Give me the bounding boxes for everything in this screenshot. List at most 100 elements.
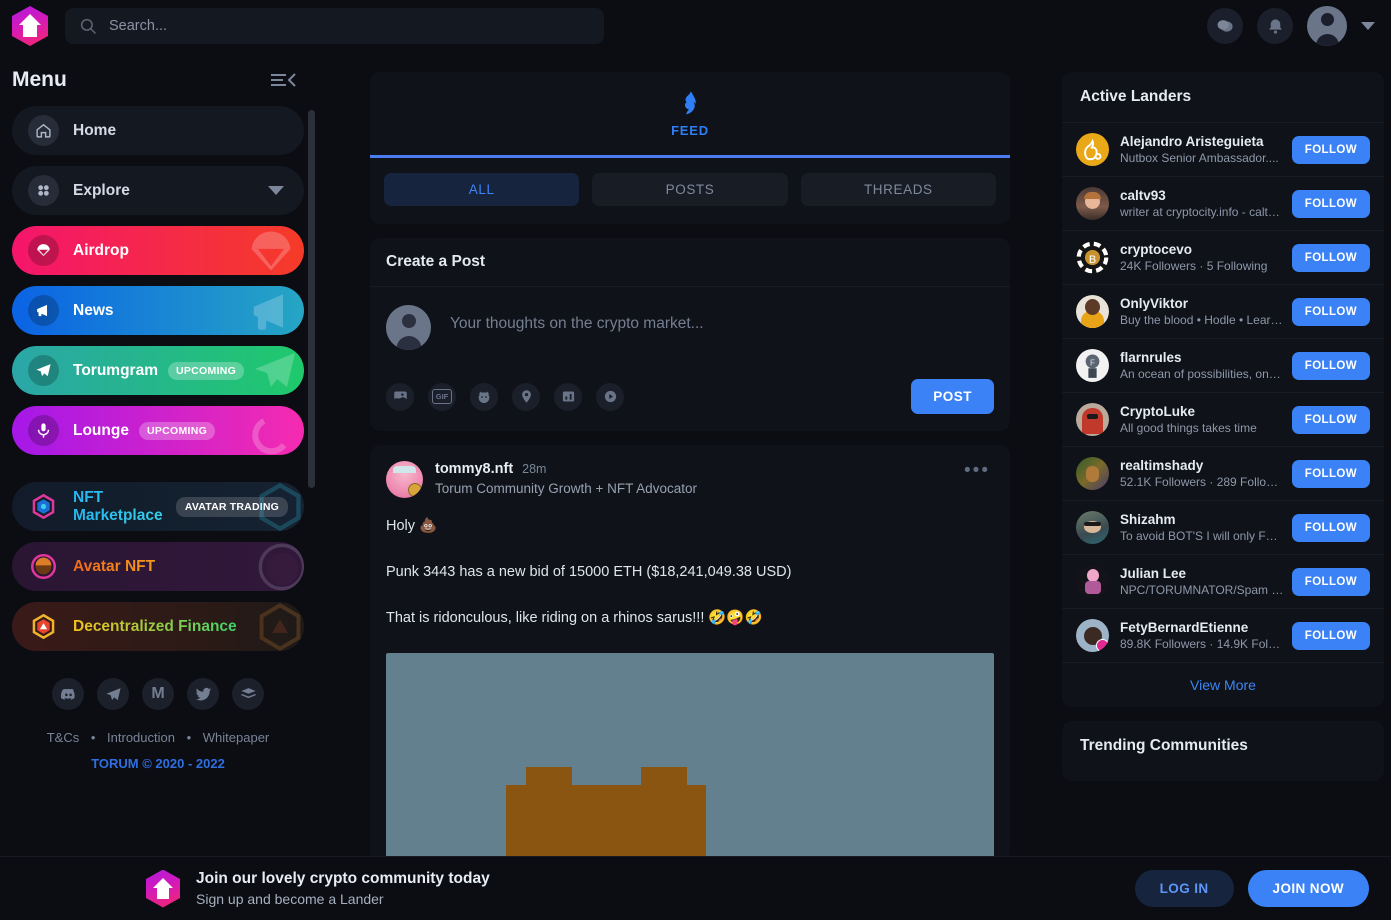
svg-text:B: B <box>1089 254 1096 266</box>
torum-arrow-logo[interactable] <box>12 6 48 46</box>
sidebar-item-badge: UPCOMING <box>167 361 245 380</box>
sidebar-scrollbar[interactable] <box>308 110 315 488</box>
avatar[interactable] <box>1076 295 1109 328</box>
hexagon-nft-icon <box>32 493 55 520</box>
gitbook-icon[interactable] <box>232 678 264 710</box>
trending-communities-title: Trending Communities <box>1080 737 1248 754</box>
footer-link-whitepaper[interactable]: Whitepaper <box>203 730 269 745</box>
sidebar-item-home[interactable]: Home <box>12 106 304 155</box>
avatar[interactable]: B <box>1076 241 1109 274</box>
follow-button[interactable]: FOLLOW <box>1291 351 1370 380</box>
lander-name: OnlyViktor <box>1120 296 1189 311</box>
more-options-icon[interactable]: ••• <box>964 461 994 480</box>
avatar[interactable]: F <box>1076 349 1109 382</box>
follow-button[interactable]: FOLLOW <box>1291 567 1370 596</box>
list-item[interactable]: Julian Lee NPC/TORUMNATOR/Spam … FOLLOW <box>1062 555 1384 609</box>
follow-button[interactable]: FOLLOW <box>1291 243 1370 272</box>
discord-icon[interactable] <box>52 678 84 710</box>
sidebar-item-lounge[interactable]: Lounge UPCOMING <box>12 406 304 455</box>
chevron-down-icon[interactable] <box>268 186 284 195</box>
follow-button[interactable]: FOLLOW <box>1291 621 1370 650</box>
microphone-icon <box>37 423 50 438</box>
main-feed: FEED ALL POSTS THREADS Create a Post You… <box>370 72 1010 920</box>
list-item[interactable]: OnlyViktor Buy the blood • Hodle • Lear…… <box>1062 285 1384 339</box>
lander-subtitle: 89.8K Followers · 14.9K Fol… <box>1120 637 1281 651</box>
sidebar-item-airdrop[interactable]: Airdrop <box>12 226 304 275</box>
image-icon[interactable] <box>386 382 414 411</box>
feed-icon <box>684 91 696 115</box>
location-icon[interactable] <box>512 382 540 411</box>
list-item[interactable]: B cryptocevo 24K Followers · 5 Following… <box>1062 231 1384 285</box>
follow-button[interactable]: FOLLOW <box>1291 297 1370 326</box>
sidebar-item-decentralized-finance[interactable]: Decentralized Finance <box>12 602 304 651</box>
telegram-icon <box>36 364 51 377</box>
lander-name: flarnrules <box>1120 350 1182 365</box>
list-item[interactable]: caltv93 writer at cryptocity.info - calt… <box>1062 177 1384 231</box>
avatar[interactable] <box>1076 565 1109 598</box>
avatar[interactable] <box>1076 187 1109 220</box>
join-now-button[interactable]: JOIN NOW <box>1247 870 1369 907</box>
video-icon[interactable] <box>596 382 624 411</box>
tab-all[interactable]: ALL <box>384 173 580 206</box>
post-timestamp: 28m <box>522 462 547 476</box>
avatar[interactable] <box>386 461 423 498</box>
messages-button[interactable] <box>1207 8 1243 44</box>
list-item[interactable]: Alejandro Aristeguieta Nutbox Senior Amb… <box>1062 123 1384 177</box>
profile-button[interactable] <box>1307 6 1347 46</box>
collapse-menu-icon[interactable] <box>270 70 296 90</box>
post-author-name[interactable]: tommy8.nft <box>435 461 513 477</box>
follow-button[interactable]: FOLLOW <box>1291 405 1370 434</box>
list-item[interactable]: realtimshady 52.1K Followers · 289 Follo… <box>1062 447 1384 501</box>
lander-subtitle: 52.1K Followers · 289 Follo… <box>1120 475 1279 489</box>
sidebar-item-explore[interactable]: Explore <box>12 166 304 215</box>
meme-icon[interactable] <box>470 382 498 411</box>
gif-icon[interactable]: GIF <box>428 382 456 411</box>
svg-text:F: F <box>1090 359 1095 368</box>
search-input[interactable] <box>109 18 590 34</box>
list-item[interactable]: Shizahm To avoid BOT'S I will only Fol… … <box>1062 501 1384 555</box>
sidebar-item-label: Home <box>73 121 117 139</box>
footer-link-tcs[interactable]: T&Cs <box>47 730 80 745</box>
list-item[interactable]: CryptoLuke All good things takes time FO… <box>1062 393 1384 447</box>
post-pixel-art-image[interactable] <box>386 653 994 864</box>
chat-bubble-icon <box>1217 19 1233 32</box>
list-item[interactable]: FetyBernardEtienne 89.8K Followers · 14.… <box>1062 609 1384 663</box>
follow-button[interactable]: FOLLOW <box>1291 459 1370 488</box>
search-icon <box>80 18 97 35</box>
post-composer-input[interactable]: Your thoughts on the crypto market... <box>450 315 704 350</box>
feed-post: tommy8.nft 28m Torum Community Growth + … <box>370 445 1010 864</box>
sidebar-item-news[interactable]: News <box>12 286 304 335</box>
lander-name: realtimshady <box>1120 458 1204 473</box>
avatar[interactable] <box>1076 457 1109 490</box>
avatar[interactable] <box>1076 403 1109 436</box>
follow-button[interactable]: FOLLOW <box>1291 513 1370 542</box>
avatar[interactable] <box>1076 133 1109 166</box>
list-item[interactable]: F flarnrules An ocean of possibilities, … <box>1062 339 1384 393</box>
telegram-icon[interactable] <box>97 678 129 710</box>
twitter-icon[interactable] <box>187 678 219 710</box>
banner-subtitle: Sign up and become a Lander <box>196 891 384 907</box>
follow-button[interactable]: FOLLOW <box>1291 135 1370 164</box>
sidebar-item-avatar-nft[interactable]: Avatar NFT <box>12 542 304 591</box>
view-more-button[interactable]: View More <box>1062 663 1384 707</box>
header-actions <box>1207 0 1375 52</box>
login-button[interactable]: LOG IN <box>1134 870 1234 907</box>
lander-name: Julian Lee <box>1120 566 1187 581</box>
search-bar[interactable] <box>65 8 604 44</box>
sidebar-item-torumgram[interactable]: Torumgram UPCOMING <box>12 346 304 395</box>
sidebar-item-label: Airdrop <box>73 241 129 259</box>
medium-icon[interactable]: M <box>142 678 174 710</box>
footer-link-introduction[interactable]: Introduction <box>107 730 175 745</box>
sidebar-item-nft-marketplace[interactable]: NFT Marketplace AVATAR TRADING <box>12 482 304 531</box>
lander-subtitle: Buy the blood • Hodle • Lear… <box>1120 313 1283 327</box>
lander-subtitle: An ocean of possibilities, on… <box>1120 367 1281 381</box>
follow-button[interactable]: FOLLOW <box>1291 189 1370 218</box>
tab-threads[interactable]: THREADS <box>800 173 996 206</box>
post-button[interactable]: POST <box>911 379 994 414</box>
avatar[interactable] <box>1076 619 1109 652</box>
notifications-button[interactable] <box>1257 8 1293 44</box>
chevron-down-icon[interactable] <box>1361 22 1375 30</box>
tab-posts[interactable]: POSTS <box>592 173 788 206</box>
avatar[interactable] <box>1076 511 1109 544</box>
poll-icon[interactable] <box>554 382 582 411</box>
